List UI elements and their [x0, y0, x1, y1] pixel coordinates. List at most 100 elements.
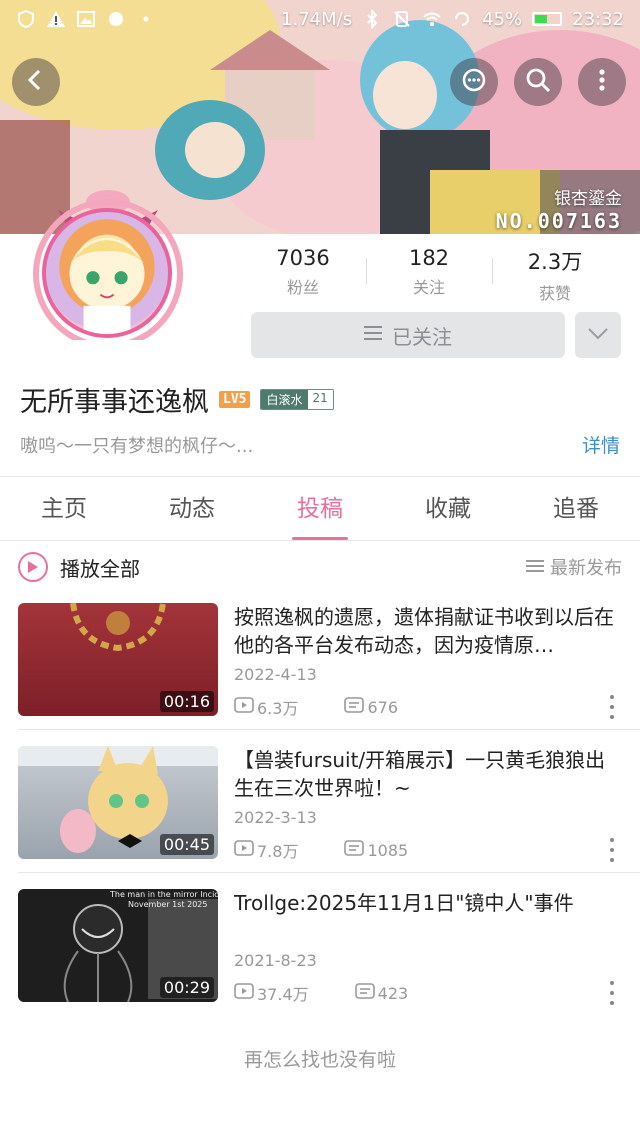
- play-count-icon: [234, 697, 254, 717]
- danmaku-icon: [354, 983, 375, 1003]
- play-all-button[interactable]: 播放全部: [60, 553, 140, 582]
- followed-button[interactable]: 已关注: [251, 312, 565, 358]
- fan-badge-level: 21: [307, 390, 333, 409]
- tab-favorites[interactable]: 收藏: [384, 478, 512, 540]
- comments: 423: [354, 983, 408, 1003]
- silent-icon: [392, 9, 412, 29]
- views-count: 37.4万: [257, 985, 309, 1004]
- video-duration: 00:29: [159, 977, 214, 998]
- play-circle-icon[interactable]: [18, 552, 48, 582]
- tab-dynamics[interactable]: 动态: [128, 478, 256, 540]
- rotation-lock-icon: [452, 9, 472, 29]
- video-duration: 00:45: [159, 834, 214, 855]
- stat-following[interactable]: 182 关注: [366, 246, 492, 304]
- views: 6.3万: [234, 695, 298, 719]
- video-date: 2021-8-23: [234, 951, 317, 970]
- divider: [18, 872, 640, 873]
- fan-badge[interactable]: 白滚水 21: [260, 389, 334, 410]
- stats-bar: 7036 粉丝 182 关注 2.3万 获赞: [240, 246, 640, 304]
- tab-uploads[interactable]: 投稿: [256, 478, 384, 540]
- video-item[interactable]: The man in the mirror Incident November …: [0, 889, 640, 1031]
- video-thumbnail[interactable]: The man in the mirror Incident November …: [18, 889, 218, 1002]
- warning-icon: [46, 9, 66, 29]
- video-item[interactable]: 00:45 【兽装fursuit/开箱展示】一只黄毛狼狼出生在三次世界啦！~ 2…: [0, 746, 640, 888]
- medal-number: NO.007163: [495, 209, 622, 233]
- back-arrow-icon: [23, 67, 49, 97]
- chevron-down-icon: [587, 326, 609, 345]
- followed-label: 已关注: [392, 324, 452, 349]
- views: 7.8万: [234, 838, 298, 862]
- play-count-icon: [234, 983, 254, 1003]
- video-date: 2022-4-13: [234, 665, 317, 684]
- video-more-icon[interactable]: [608, 838, 616, 862]
- chat-button[interactable]: [450, 58, 498, 106]
- tab-home[interactable]: 主页: [0, 478, 128, 540]
- more-notifications-icon: [136, 9, 156, 29]
- play-all-row: 播放全部 最新发布: [18, 548, 622, 586]
- comments-count: 1085: [367, 840, 409, 860]
- video-item[interactable]: 00:16 按照逸枫的遗愿，遗体捐献证书收到以后在他的各平台发布动态，因为疫情原…: [0, 603, 640, 745]
- following-label: 关注: [412, 278, 445, 297]
- video-date: 2022-3-13: [234, 808, 317, 827]
- comments: 676: [344, 697, 398, 717]
- overflow-menu-button[interactable]: [578, 58, 626, 106]
- status-bar: 1.74M/s 45% 23:32: [0, 0, 640, 38]
- back-button[interactable]: [12, 58, 60, 106]
- wifi-icon: [422, 9, 442, 29]
- fan-badge-name: 白滚水: [261, 390, 308, 409]
- fan-medal[interactable]: 银杏鎏金 NO.007163: [496, 184, 622, 233]
- battery-percent: 45%: [482, 8, 523, 30]
- image-notification-icon: [76, 9, 96, 29]
- sort-label: 最新发布: [550, 558, 622, 579]
- video-title: Trollge:2025年11月1日"镜中人"事件: [234, 891, 574, 915]
- username: 无所事事还逸枫: [20, 387, 209, 418]
- danmaku-icon: [344, 697, 365, 717]
- danmaku-icon: [344, 840, 365, 860]
- thumbnail-caption: The man in the mirror Incident: [110, 890, 218, 899]
- media-notification-icon: [106, 9, 126, 29]
- menu-lines-icon: [364, 325, 382, 346]
- battery-icon: [532, 12, 563, 26]
- stat-followers[interactable]: 7036 粉丝: [240, 246, 366, 304]
- video-meta: 37.4万 423: [234, 981, 408, 1005]
- play-count-icon: [234, 840, 254, 860]
- more-vertical-icon: [589, 67, 615, 97]
- search-button[interactable]: [514, 58, 562, 106]
- likes-count: 2.3万: [527, 250, 583, 274]
- video-meta: 6.3万 676: [234, 695, 398, 719]
- video-thumbnail[interactable]: 00:45: [18, 746, 218, 859]
- medal-name: 银杏鎏金: [554, 189, 622, 209]
- video-title: 【兽装fursuit/开箱展示】一只黄毛狼狼出生在三次世界啦！~: [234, 748, 606, 800]
- video-thumbnail[interactable]: 00:16: [18, 603, 218, 716]
- end-of-list-text: 再怎么找也没有啦: [243, 1049, 396, 1071]
- comments: 1085: [344, 840, 408, 860]
- name-row: 无所事事还逸枫 LV5 白滚水 21: [20, 380, 334, 419]
- chat-bubble-icon: [461, 67, 487, 97]
- stat-likes[interactable]: 2.3万 获赞: [492, 246, 618, 304]
- comments-count: 676: [367, 697, 398, 717]
- sort-button[interactable]: 最新发布: [526, 554, 622, 580]
- video-duration: 00:16: [159, 691, 214, 712]
- views-count: 7.8万: [257, 842, 299, 861]
- following-count: 182: [408, 246, 450, 270]
- video-title: 按照逸枫的遗愿，遗体捐献证书收到以后在他的各平台发布动态，因为疫情原…: [234, 605, 614, 657]
- clock: 23:32: [572, 8, 624, 30]
- likes-label: 获赞: [538, 284, 571, 303]
- views-count: 6.3万: [257, 699, 299, 718]
- video-more-icon[interactable]: [608, 981, 616, 1005]
- divider: [18, 729, 640, 730]
- avatar-frame[interactable]: [28, 190, 188, 340]
- tab-bar: 主页 动态 投稿 收藏 追番: [0, 478, 640, 540]
- search-icon: [525, 67, 551, 97]
- divider: [0, 476, 640, 477]
- sort-lines-icon: [526, 557, 544, 578]
- video-meta: 7.8万 1085: [234, 838, 408, 862]
- follow-options-button[interactable]: [575, 312, 621, 358]
- detail-link[interactable]: 详情: [582, 431, 620, 458]
- video-more-icon[interactable]: [608, 695, 616, 719]
- tab-bangumi[interactable]: 追番: [512, 478, 640, 540]
- followers-count: 7036: [276, 246, 330, 270]
- level-badge: LV5: [219, 391, 251, 408]
- thumbnail-caption: November 1st 2025: [128, 900, 208, 909]
- signature: 嗷呜～一只有梦想的枫仔～...: [20, 436, 254, 457]
